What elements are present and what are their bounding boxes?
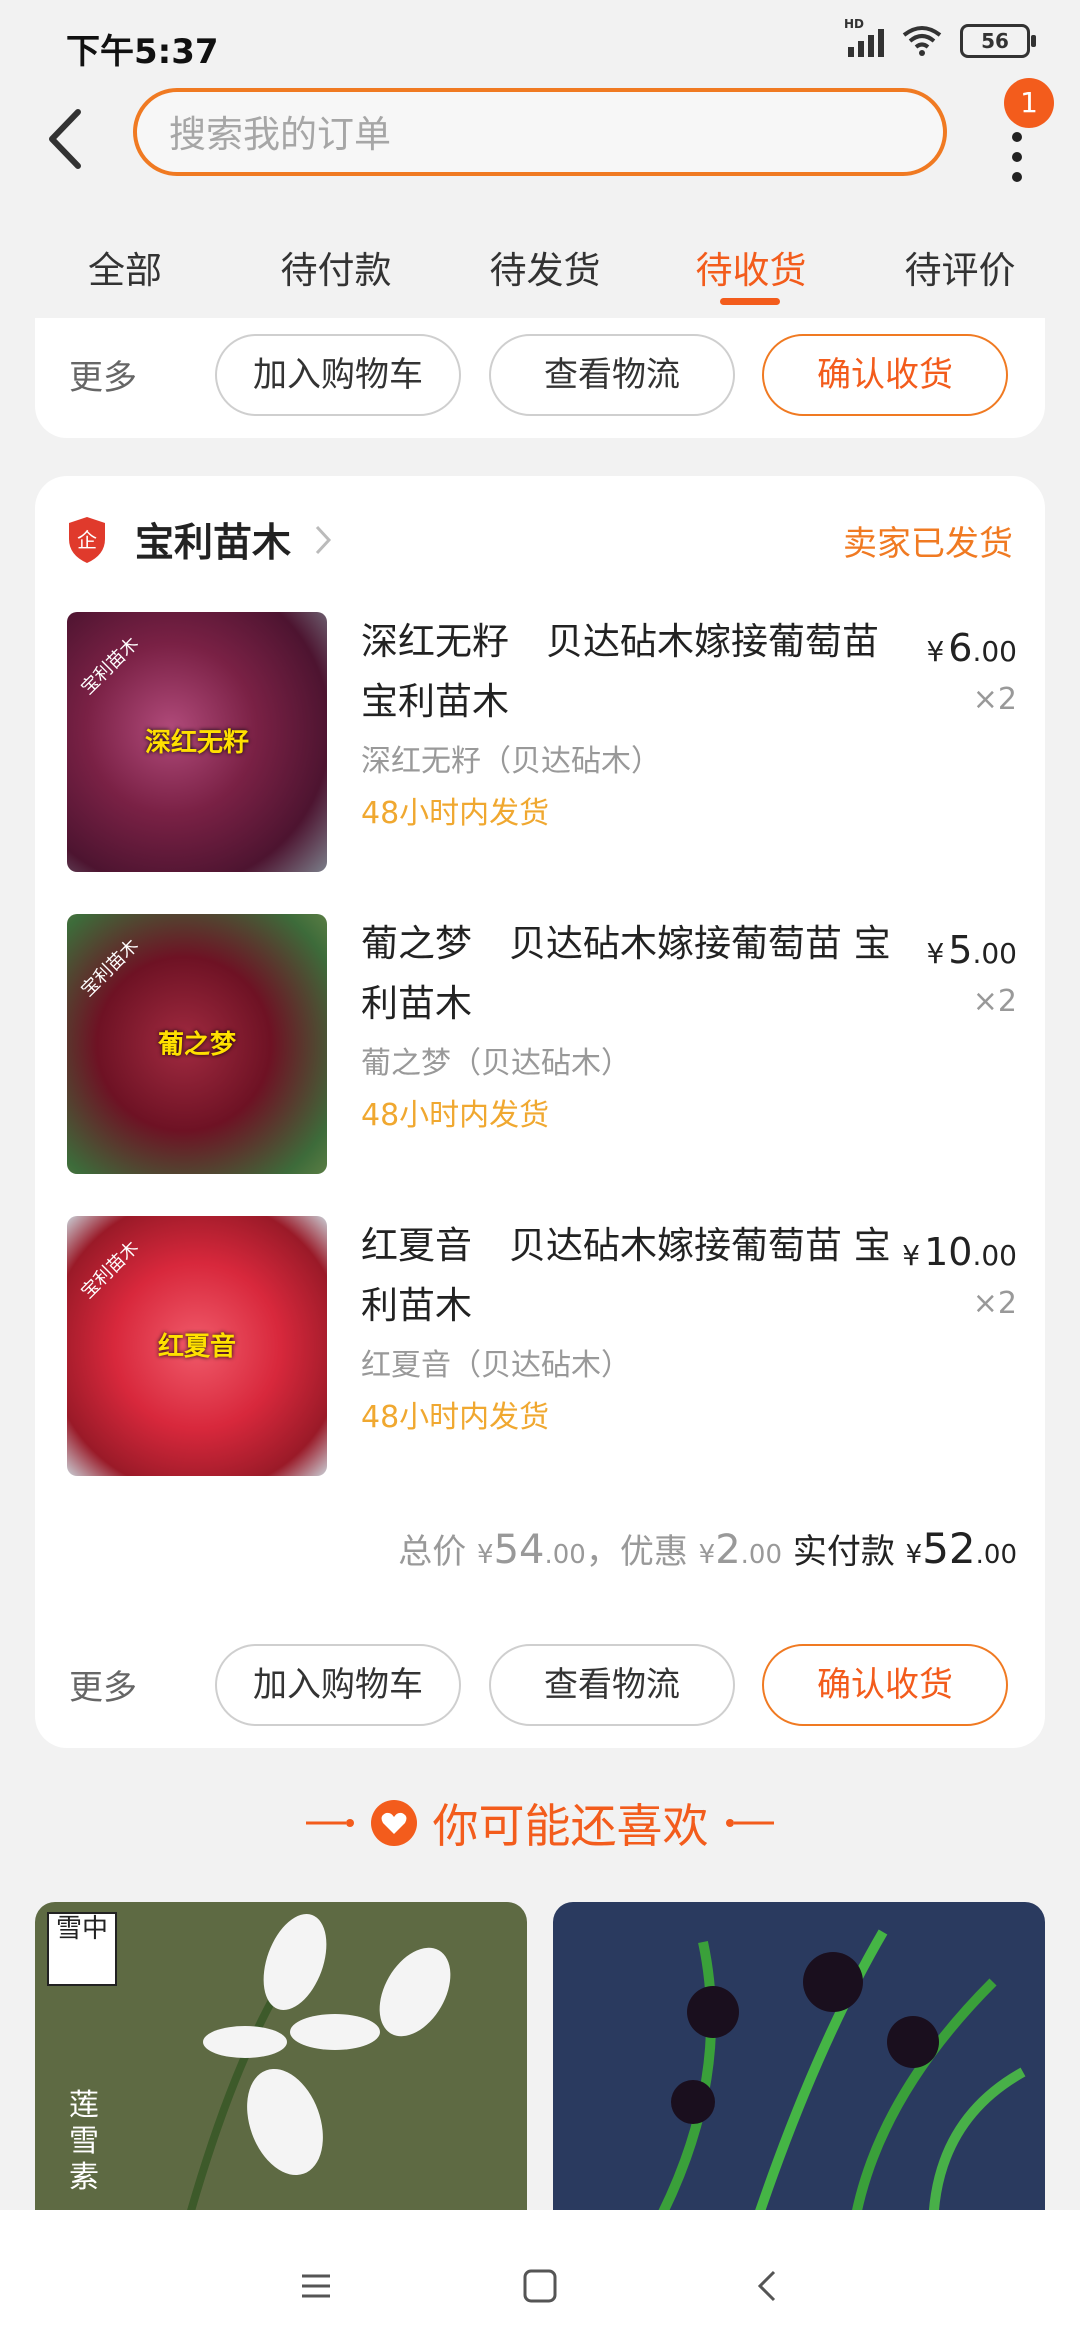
image-label: 葡之梦 <box>157 1030 236 1060</box>
left-decoration-icon <box>306 1819 355 1827</box>
product-title[interactable]: 葡之梦 贝达砧木嫁接葡萄苗 宝利苗木 <box>361 914 921 1034</box>
search-input[interactable] <box>167 106 911 162</box>
product-price: ¥5.00 <box>926 928 1017 972</box>
product-title[interactable]: 深红无籽 贝达砧木嫁接葡萄苗 宝利苗木 <box>361 612 921 732</box>
back-icon[interactable] <box>748 2266 788 2306</box>
order-card-previous: 更多 加入购物车 查看物流 确认收货 <box>35 318 1045 438</box>
status-time: 下午5:37 <box>66 32 219 72</box>
order-actions: 更多 加入购物车 查看物流 确认收货 <box>35 326 1045 416</box>
enterprise-shield-icon: 企 <box>69 517 105 563</box>
price-int: 5 <box>948 928 973 972</box>
image-label: 红夏音 <box>157 1332 236 1362</box>
recommend-card[interactable] <box>553 1902 1045 2232</box>
store-name: 宝利苗木 <box>135 521 292 566</box>
tab-pending-review[interactable]: 待评价 <box>880 240 1040 294</box>
heart-icon <box>371 1800 418 1846</box>
more-link[interactable]: 更多 <box>69 1660 137 1709</box>
order-summary: 总价 ¥54.00，优惠 ¥2.00 实付款 ¥52.00 <box>398 1524 1017 1573</box>
paid-amount: 实付款 ¥52.00 <box>792 1524 1017 1573</box>
more-link[interactable]: 更多 <box>69 350 137 399</box>
battery-icon: 56 <box>960 24 1036 58</box>
signal-icon: HD <box>844 17 884 57</box>
active-tab-indicator <box>720 298 780 305</box>
paid-dec: .00 <box>975 1540 1017 1570</box>
total-label: 总价 <box>398 1532 467 1572</box>
product-price: ¥6.00 <box>926 626 1017 670</box>
tab-all[interactable]: 全部 <box>45 240 205 294</box>
add-to-cart-button[interactable]: 加入购物车 <box>215 334 461 416</box>
product-spec: 葡之梦（贝达砧木） <box>361 1046 631 1081</box>
tab-pending-shipment[interactable]: 待发货 <box>465 240 625 294</box>
image-label: 深红无籽 <box>144 728 249 758</box>
order-status: 卖家已发货 <box>843 524 1013 564</box>
right-decoration-icon <box>725 1819 774 1827</box>
battery-level: 56 <box>981 29 1009 53</box>
product-spec: 红夏音（贝达砧木） <box>361 1348 631 1383</box>
recommend-card[interactable]: 雪中 莲雪素 <box>35 1902 527 2232</box>
total-int: 54 <box>493 1527 545 1573</box>
tab-pending-receipt[interactable]: 待收货 <box>671 240 831 294</box>
wifi-icon <box>902 26 942 56</box>
tab-pending-payment[interactable]: 待付款 <box>256 240 416 294</box>
product-quantity: ×2 <box>972 682 1017 717</box>
home-icon[interactable] <box>520 2266 560 2306</box>
paid-int: 52 <box>922 1524 976 1573</box>
discount-int: 2 <box>715 1527 741 1573</box>
product-quantity: ×2 <box>972 1286 1017 1321</box>
recommend-card-text: 莲雪素 <box>69 2088 99 2195</box>
order-item[interactable]: 宝利苗木 红夏音 红夏音 贝达砧木嫁接葡萄苗 宝利苗木 红夏音（贝达砧木） 48… <box>35 1216 1045 1476</box>
view-logistics-button[interactable]: 查看物流 <box>489 1644 735 1726</box>
product-image[interactable]: 宝利苗木 红夏音 <box>67 1216 327 1476</box>
order-tabs: 全部 待付款 待发货 待收货 待评价 <box>0 226 1080 316</box>
product-price: ¥10.00 <box>902 1230 1017 1274</box>
price-int: 10 <box>924 1230 973 1274</box>
product-image[interactable]: 宝利苗木 葡之梦 <box>67 914 327 1174</box>
image-corner-text: 宝利苗木 <box>77 1237 143 1303</box>
image-corner-text: 宝利苗木 <box>77 633 143 699</box>
total-dec: .00 <box>544 1540 586 1570</box>
confirm-receipt-button[interactable]: 确认收货 <box>762 1644 1008 1726</box>
confirm-receipt-button[interactable]: 确认收货 <box>762 334 1008 416</box>
order-search-box[interactable] <box>133 88 947 176</box>
product-title[interactable]: 红夏音 贝达砧木嫁接葡萄苗 宝利苗木 <box>361 1216 921 1336</box>
shipping-note: 48小时内发货 <box>361 1098 550 1133</box>
menu-icon[interactable] <box>296 2266 336 2306</box>
add-to-cart-button[interactable]: 加入购物车 <box>215 1644 461 1726</box>
shipping-note: 48小时内发货 <box>361 1400 550 1435</box>
search-header: 1 <box>0 78 1080 196</box>
status-bar: 下午5:37 HD 56 <box>0 0 1080 86</box>
order-item[interactable]: 宝利苗木 葡之梦 葡之梦 贝达砧木嫁接葡萄苗 宝利苗木 葡之梦（贝达砧木） 48… <box>35 914 1045 1174</box>
view-logistics-button[interactable]: 查看物流 <box>489 334 735 416</box>
paid-label: 实付款 <box>792 1532 895 1572</box>
discount-dec: .00 <box>740 1540 783 1570</box>
recommend-header: 你可能还喜欢 <box>0 1790 1080 1860</box>
price-int: 6 <box>948 626 973 670</box>
product-quantity: ×2 <box>972 984 1017 1019</box>
shipping-note: 48小时内发货 <box>361 796 550 831</box>
orchid-image <box>648 1929 1026 2232</box>
order-card: 企 宝利苗木 卖家已发货 宝利苗木 深红无籽 深红无籽 贝达砧木嫁接葡萄苗 宝利… <box>35 476 1045 1748</box>
order-actions: 更多 加入购物车 查看物流 确认收货 <box>35 1636 1045 1726</box>
chevron-right-icon <box>315 525 332 555</box>
signal-hd-label: HD <box>844 17 865 31</box>
store-header[interactable]: 企 宝利苗木 <box>65 510 333 570</box>
recommend-title: 你可能还喜欢 <box>432 1799 709 1853</box>
image-corner-text: 宝利苗木 <box>77 935 143 1001</box>
svg-text:企: 企 <box>77 528 97 552</box>
product-spec: 深红无籽（贝达砧木） <box>361 744 661 779</box>
discount-label: ，优惠 <box>585 1532 688 1572</box>
system-nav-bar <box>0 2210 1080 2340</box>
price-dec: .00 <box>972 937 1017 970</box>
notification-badge: 1 <box>1004 78 1054 128</box>
price-dec: .00 <box>972 1239 1017 1272</box>
product-image[interactable]: 宝利苗木 深红无籽 <box>67 612 327 872</box>
status-icons: HD 56 <box>844 17 1036 58</box>
back-arrow-icon[interactable] <box>38 104 98 174</box>
price-dec: .00 <box>972 635 1017 668</box>
order-item[interactable]: 宝利苗木 深红无籽 深红无籽 贝达砧木嫁接葡萄苗 宝利苗木 深红无籽（贝达砧木）… <box>35 612 1045 872</box>
